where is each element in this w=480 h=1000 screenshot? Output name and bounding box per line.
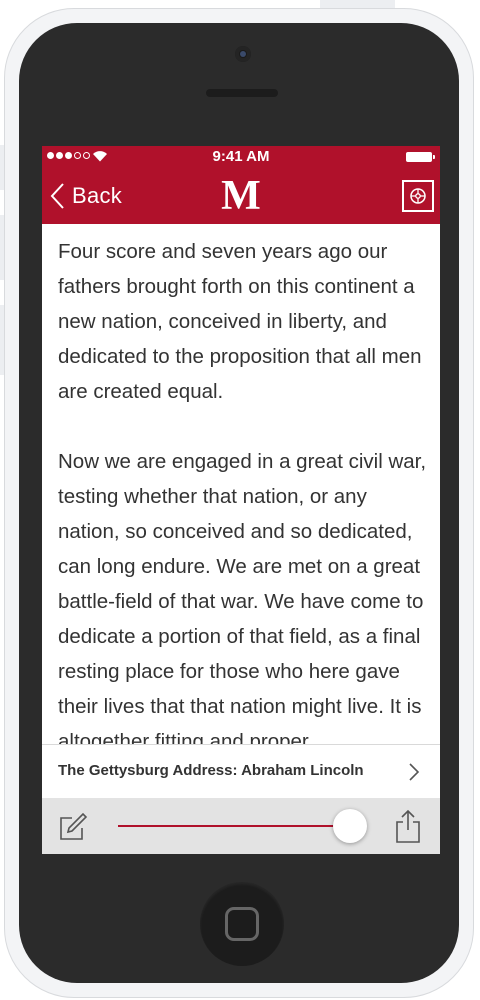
settings-button[interactable] [402, 180, 434, 212]
home-square-icon [225, 907, 259, 941]
background-block [320, 0, 395, 8]
home-button[interactable] [200, 882, 284, 966]
speaker-grille [206, 89, 278, 97]
camera-icon [235, 46, 251, 62]
article-title: The Gettysburg Address: Abraham Lincoln [58, 762, 364, 779]
logo: M [221, 173, 261, 219]
article-paragraph: Four score and seven years ago our fathe… [58, 240, 422, 403]
progress-slider-thumb[interactable] [333, 809, 367, 843]
compose-icon[interactable] [58, 812, 88, 842]
chevron-right-icon [409, 763, 420, 781]
progress-slider-track[interactable] [118, 825, 352, 827]
article-paragraph: Now we are engaged in a great civil war,… [58, 450, 427, 753]
settings-icon [410, 188, 426, 204]
article-title-bar[interactable]: The Gettysburg Address: Abraham Lincoln [42, 744, 440, 798]
status-bar: 9:41 AM [42, 146, 440, 168]
bottom-toolbar [42, 798, 440, 854]
nav-bar: Back M [42, 168, 440, 224]
status-time: 9:41 AM [212, 148, 270, 165]
app-screen: 9:41 AM Back M Four score and seven year… [42, 146, 440, 854]
share-icon[interactable] [394, 808, 422, 844]
article-body: Four score and seven years ago our fathe… [58, 234, 428, 794]
battery-icon [406, 152, 435, 162]
